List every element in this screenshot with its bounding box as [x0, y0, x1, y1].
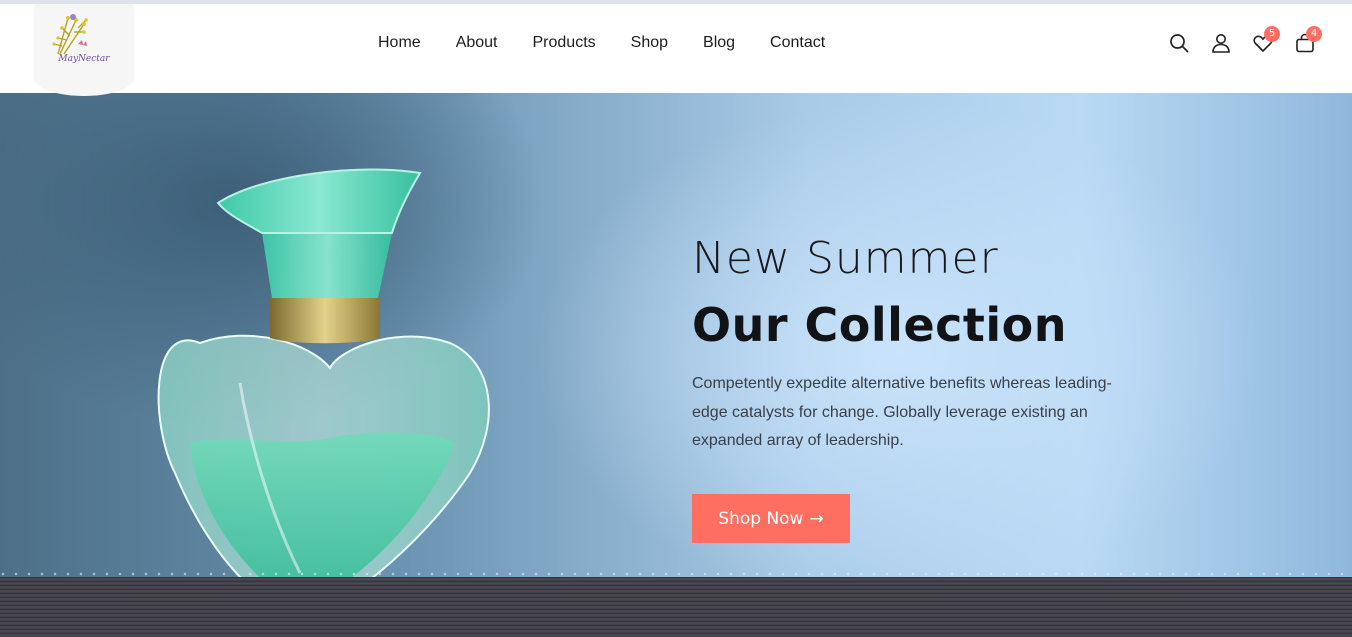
wishlist-count-badge: 5 — [1264, 26, 1280, 42]
nav-blog[interactable]: Blog — [703, 34, 735, 52]
nav-products[interactable]: Products — [533, 34, 596, 52]
site-logo[interactable]: MayNectar — [34, 4, 134, 96]
hero-subtitle: New Summer — [692, 233, 999, 284]
nav-home[interactable]: Home — [378, 34, 421, 52]
nav-shop[interactable]: Shop — [631, 34, 668, 52]
hero-banner: New Summer Our Collection Competently ex… — [0, 93, 1352, 637]
wooden-table — [0, 577, 1352, 637]
main-nav: Home About Products Shop Blog Contact — [378, 34, 825, 52]
shop-now-button[interactable]: Shop Now → — [692, 494, 850, 543]
shop-now-label: Shop Now — [718, 508, 804, 529]
hero-text-block: New Summer Our Collection Competently ex… — [692, 233, 1132, 456]
hero-description: Competently expedite alternative benefit… — [692, 375, 1112, 449]
site-header: Home About Products Shop Blog Contact 5 — [0, 4, 1352, 93]
header-icons: 5 4 — [1168, 26, 1322, 54]
cart-button[interactable]: 4 — [1294, 26, 1322, 54]
search-icon[interactable] — [1168, 32, 1190, 54]
flower-logo-icon — [52, 14, 88, 55]
wishlist-button[interactable]: 5 — [1252, 26, 1280, 54]
user-icon[interactable] — [1210, 32, 1232, 54]
logo-text: MayNectar — [58, 54, 110, 64]
nav-contact[interactable]: Contact — [770, 34, 825, 52]
perfume-bottle-image — [157, 168, 490, 623]
cart-count-badge: 4 — [1306, 26, 1322, 42]
hero-title: Our Collection — [692, 298, 1068, 352]
arrow-right-icon: → — [809, 508, 824, 529]
nav-about[interactable]: About — [456, 34, 498, 52]
